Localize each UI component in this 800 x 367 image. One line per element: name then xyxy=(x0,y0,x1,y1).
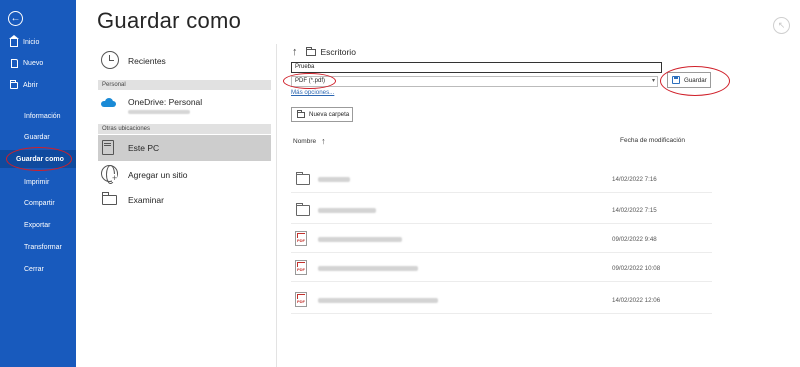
location-label: Examinar xyxy=(128,195,164,205)
nav-item-label: Imprimir xyxy=(24,178,50,186)
column-header-date[interactable]: Fecha de modificación xyxy=(620,137,685,144)
folder-icon xyxy=(305,46,316,56)
nav-item-inicio[interactable]: Inicio xyxy=(0,33,76,51)
new-folder-icon xyxy=(297,109,305,118)
nav-item-label: Cerrar xyxy=(24,265,44,273)
more-options-link[interactable]: Más opciones... xyxy=(291,89,334,96)
blurred-file-name xyxy=(318,237,402,242)
blurred-account-email xyxy=(128,110,190,114)
location-onedrive[interactable]: OneDrive: Personal xyxy=(100,94,270,120)
breadcrumb: ↑ Escritorio xyxy=(292,45,356,59)
file-row[interactable]: PDF 09/02/2022 10:08 xyxy=(291,256,712,282)
nav-item-label: Guardar xyxy=(24,133,50,141)
nav-item-nuevo[interactable]: Nuevo xyxy=(0,54,76,72)
nav-item-label: Información xyxy=(24,112,61,120)
file-row[interactable]: PDF 09/02/2022 9:48 xyxy=(291,227,712,253)
file-row[interactable]: 14/02/2022 7:16 xyxy=(291,167,712,193)
nav-item-imprimir[interactable]: Imprimir xyxy=(0,173,76,191)
nav-item-label: Inicio xyxy=(23,38,40,46)
save-button[interactable]: Guardar xyxy=(667,72,711,88)
pdf-file-icon: PDF xyxy=(295,231,307,246)
up-arrow-icon[interactable]: ↑ xyxy=(292,46,298,58)
cloud-icon xyxy=(100,98,117,107)
back-arrow-icon[interactable]: ← xyxy=(8,11,23,26)
nav-item-cerrar[interactable]: Cerrar xyxy=(0,260,76,278)
file-row[interactable]: 14/02/2022 7:15 xyxy=(291,198,712,224)
new-folder-button[interactable]: Nueva carpeta xyxy=(291,107,353,122)
nav-item-guardar[interactable]: Guardar xyxy=(0,128,76,146)
nav-item-guardar-como[interactable]: Guardar como xyxy=(0,150,76,168)
open-folder-icon xyxy=(102,192,117,205)
location-recientes[interactable]: Recientes xyxy=(100,50,270,72)
pdf-file-icon: PDF xyxy=(295,260,307,275)
page-title: Guardar como xyxy=(97,8,242,33)
nav-item-label: Transformar xyxy=(24,243,62,251)
folder-icon xyxy=(10,79,18,90)
nav-item-label: Exportar xyxy=(24,221,51,229)
blurred-file-name xyxy=(318,208,376,213)
location-label: OneDrive: Personal xyxy=(128,97,203,107)
nav-item-compartir[interactable]: Compartir xyxy=(0,194,76,212)
save-icon xyxy=(672,76,680,84)
folder-icon xyxy=(296,203,310,216)
sort-arrow-icon: ↑ xyxy=(321,136,326,146)
home-icon xyxy=(9,35,19,47)
nav-item-transformar[interactable]: Transformar xyxy=(0,238,76,256)
file-date: 14/02/2022 7:15 xyxy=(612,207,657,214)
nav-item-label: Nuevo xyxy=(23,59,44,67)
location-label: Recientes xyxy=(128,56,166,66)
filetype-value: PDF (*.pdf) xyxy=(295,78,326,84)
section-header-personal: Personal xyxy=(98,80,271,90)
column-header-name[interactable]: Nombre ↑ xyxy=(293,136,326,146)
current-folder-label: Escritorio xyxy=(320,47,356,57)
blurred-file-name xyxy=(318,177,350,182)
nav-item-label: Abrir xyxy=(23,81,38,89)
file-date: 09/02/2022 10:08 xyxy=(612,265,661,272)
column-name-label: Nombre xyxy=(293,137,317,145)
computer-icon xyxy=(102,140,114,155)
nav-item-exportar[interactable]: Exportar xyxy=(0,216,76,234)
nav-item-informacion[interactable]: Información xyxy=(0,107,76,125)
file-row[interactable]: PDF 14/02/2022 12:06 xyxy=(291,288,712,314)
save-as-window: ← Inicio Nuevo Abrir Información Guardar… xyxy=(0,0,800,367)
new-folder-label: Nueva carpeta xyxy=(309,111,350,118)
globe-plus-icon xyxy=(101,165,118,184)
filename-input[interactable]: Prueba xyxy=(291,62,662,73)
document-icon xyxy=(10,58,18,68)
nav-item-label: Compartir xyxy=(24,199,55,207)
file-date: 14/02/2022 12:06 xyxy=(612,297,661,304)
arrow-upleft-circle-icon: ↖ xyxy=(773,17,790,34)
file-date: 09/02/2022 9:48 xyxy=(612,236,657,243)
location-label: Este PC xyxy=(128,143,160,153)
file-date: 14/02/2022 7:16 xyxy=(612,176,657,183)
panel-divider xyxy=(276,44,277,367)
clock-icon xyxy=(101,51,119,69)
location-este-pc[interactable]: Este PC xyxy=(98,135,271,161)
location-agregar-sitio[interactable]: Agregar un sitio xyxy=(100,164,270,186)
blurred-file-name xyxy=(318,298,438,303)
pdf-file-icon: PDF xyxy=(295,292,307,307)
filetype-select[interactable]: PDF (*.pdf) ▾ xyxy=(291,76,658,87)
chevron-down-icon: ▾ xyxy=(651,78,655,84)
section-header-otras: Otras ubicaciones xyxy=(98,124,271,134)
location-examinar[interactable]: Examinar xyxy=(100,191,270,211)
folder-icon xyxy=(296,172,310,185)
blurred-file-name xyxy=(318,266,418,271)
nav-item-label: Guardar como xyxy=(16,155,64,163)
location-label: Agregar un sitio xyxy=(128,170,188,180)
backstage-nav: ← Inicio Nuevo Abrir Información Guardar… xyxy=(0,0,76,367)
nav-item-abrir[interactable]: Abrir xyxy=(0,76,76,94)
save-button-label: Guardar xyxy=(684,76,707,84)
